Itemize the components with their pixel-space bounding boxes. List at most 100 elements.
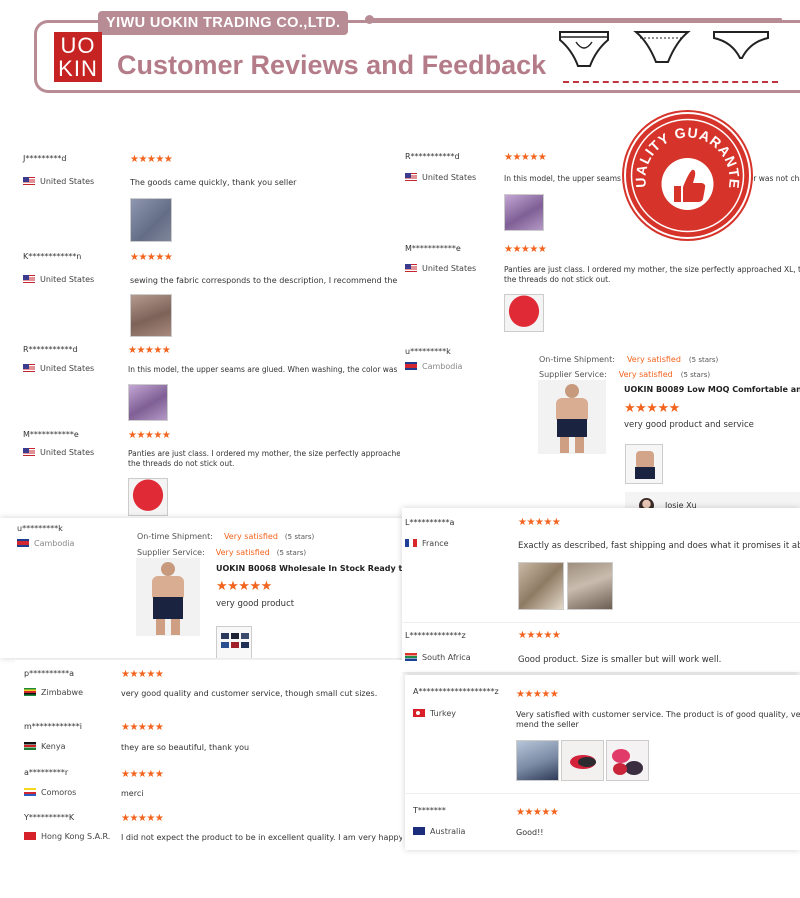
reviewer-name: J*********d [23,154,67,163]
review-text: Good product. Size is smaller but will w… [518,655,722,665]
rating-stars: ★★★★★ [130,154,173,165]
country-label: United States [40,275,95,284]
product-title[interactable]: UOKIN B0089 Low MOQ Comfortable and [624,385,800,394]
service-stars: (5 stars) [276,549,307,557]
reviewer-country: Kenya [24,742,65,751]
country-label: United States [40,177,95,186]
review-text: The goods came quickly, thank you seller [130,178,297,187]
reviewer-name: a*********r [24,768,69,777]
reviewer-name: R***********d [405,152,460,161]
review-text-continued: the threads do not stick out. [128,459,235,468]
review-photo[interactable] [561,740,604,781]
country-label: Turkey [430,709,457,718]
us-flag-icon [23,448,35,456]
review-text: sewing the fabric corresponds to the des… [130,276,402,285]
reviewer-country: United States [23,177,94,186]
review-text: Exactly as described, fast shipping and … [518,541,800,551]
review-text: Panties are just class. I ordered my mot… [504,265,800,274]
service-label: Supplier Service: [539,370,607,379]
service-value: Very satisfied [618,370,673,379]
country-label: South Africa [422,653,471,662]
service-rating: Supplier Service: Very satisfied (5 stars) [137,540,306,559]
review-photo[interactable] [128,384,168,421]
country-label: Cambodia [34,539,75,548]
reviewer-country: Cambodia [17,539,74,548]
reviewer-country: United States [405,173,476,182]
rating-stars: ★★★★★ [504,152,547,163]
review-photo[interactable] [504,194,544,231]
divider [405,793,800,794]
review-text: In this model, the upper seams are glued… [128,365,402,374]
rating-stars: ★★★★★ [128,430,171,441]
reviewer-country: United States [23,275,94,284]
reviewer-country: Hong Kong S.A.R. [24,832,110,841]
reviews-panel-left-cambodia: u*********k Cambodia On-time Shipment: Ve… [0,518,406,658]
reviewer-name: p**********a [24,669,74,678]
country-label: Hong Kong S.A.R. [41,832,111,841]
service-label: Supplier Service: [137,548,205,557]
reviewer-name: K************n [23,252,82,261]
us-flag-icon [23,364,35,372]
reviewer-name: M***********e [23,430,79,439]
review-photo[interactable] [504,294,544,332]
review-photo[interactable] [518,562,564,610]
quality-guarantee-badge: QUALITY GUARANTEE [620,101,749,237]
service-rating: Supplier Service: Very satisfied (5 stars) [539,362,710,381]
country-label: Australia [430,827,466,836]
bikini-brief-icon [633,31,691,63]
country-label: France [422,539,449,548]
turkey-flag-icon [413,709,425,717]
service-stars: (5 stars) [680,371,711,379]
hong-kong-flag-icon [24,832,36,840]
review-text: very good product [216,599,295,609]
reviewer-country: South Africa [405,653,471,662]
rating-stars: ★★★★★ [518,630,561,641]
review-text: I did not expect the product to be in ex… [121,833,402,842]
review-photo[interactable] [567,562,613,610]
reviews-panel-left-bottom: p**********a Zimbabwe ★★★★★ very good qu… [15,660,402,852]
reviews-panel-right-bottom: A*******************z Turkey ★★★★★ Very … [405,675,800,850]
country-label: United States [40,364,95,373]
australia-flag-icon [413,827,425,835]
rating-stars: ★★★★★ [121,769,164,780]
divider [402,622,800,623]
country-label: United States [422,173,477,182]
reviews-panel-right-cambodia: u*********k Cambodia On-time Shipment: Ve… [400,340,800,518]
review-photo[interactable] [216,626,252,658]
rating-stars: ★★★★★ [504,244,547,255]
product-title[interactable]: UOKIN B0068 Wholesale In Stock Ready to … [216,564,406,573]
country-label: Zimbabwe [41,688,84,697]
rating-stars: ★★★★★ [121,813,164,824]
brand-logo: UO KIN [54,32,102,82]
review-photo[interactable] [625,444,663,484]
reviewer-name: T******* [413,806,446,815]
review-photo[interactable] [606,740,649,781]
review-text: very good quality and customer service, … [121,689,378,698]
review-photo[interactable] [130,198,172,242]
country-label: United States [40,448,95,457]
reviewer-country: Zimbabwe [24,688,83,697]
reviewer-name: A*******************z [413,687,499,696]
us-flag-icon [405,264,417,272]
review-photo[interactable] [130,294,172,337]
country-label: Cambodia [422,362,463,371]
product-image[interactable] [136,558,200,636]
rating-stars: ★★★★★ [121,722,164,733]
product-image[interactable] [538,380,606,454]
review-text: Very satisfied with customer service. Th… [516,710,800,719]
rating-stars: ★★★★★ [128,345,171,356]
logo-top-text: UO [60,33,96,58]
us-flag-icon [405,173,417,181]
reviewer-name: u*********k [17,524,63,533]
review-text-continued: the threads do not stick out. [504,275,611,284]
rating-stars: ★★★★★ [516,807,559,818]
reviewer-country: United States [23,448,94,457]
south-africa-flag-icon [405,653,417,661]
review-text: Panties are just class. I ordered my mot… [128,449,402,458]
page-title: Customer Reviews and Feedback [117,50,547,80]
briefs-icon [559,31,609,67]
reviewer-name: L*************z [405,631,466,640]
review-photo[interactable] [128,478,168,516]
rating-stars: ★★★★★ [624,401,680,416]
review-photo[interactable] [516,740,559,781]
